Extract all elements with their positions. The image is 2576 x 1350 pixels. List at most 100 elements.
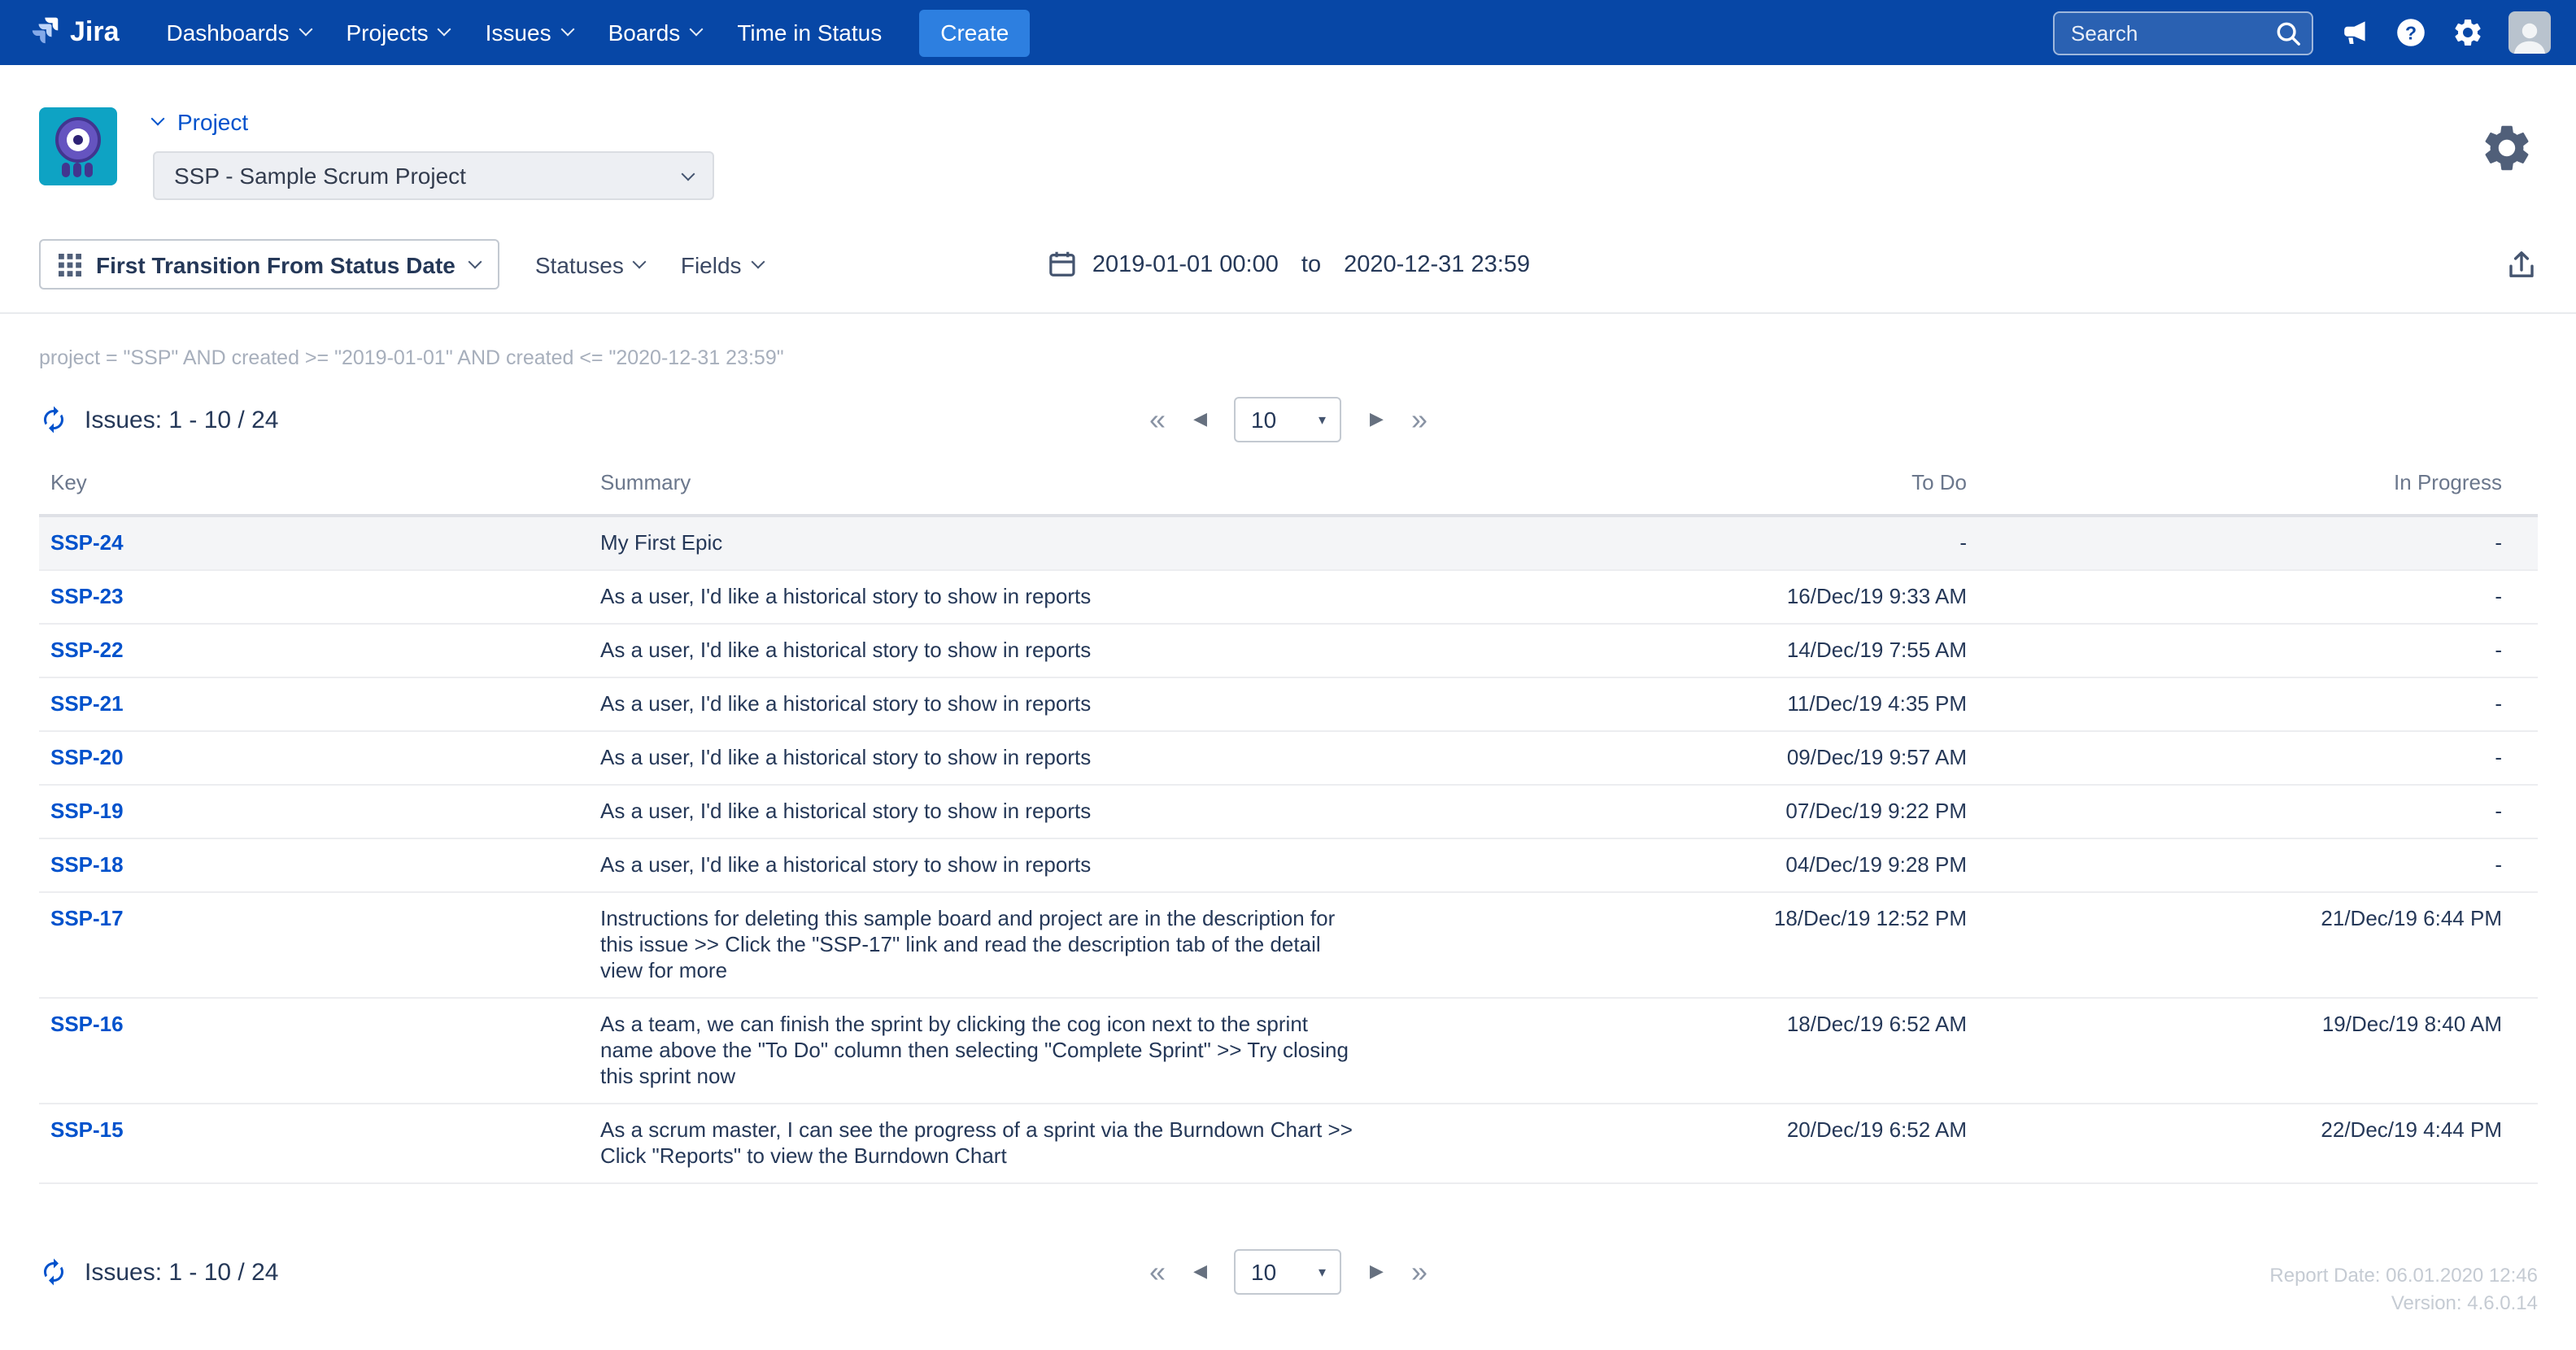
inprogress-date: - (1967, 838, 2538, 892)
create-button[interactable]: Create (919, 9, 1030, 56)
prev-page-button[interactable]: ◀ (1193, 1263, 1207, 1281)
issue-summary: As a user, I'd like a historical story t… (600, 624, 1414, 677)
issue-key-link[interactable]: SSP-20 (50, 745, 124, 769)
feedback-megaphone-icon[interactable] (2338, 16, 2370, 49)
first-page-button[interactable]: « (1149, 1257, 1166, 1287)
inprogress-date: - (1967, 731, 2538, 785)
issue-key-link[interactable]: SSP-21 (50, 691, 124, 716)
todo-date: 04/Dec/19 9:28 PM (1414, 838, 1967, 892)
prev-page-button[interactable]: ◀ (1193, 411, 1207, 429)
jira-logo-icon (23, 14, 60, 51)
issue-key-cell: SSP-23 (39, 570, 600, 624)
issue-key-link[interactable]: SSP-18 (50, 852, 124, 877)
project-avatar (39, 107, 117, 185)
refresh-icon[interactable] (39, 1257, 68, 1287)
todo-date: 18/Dec/19 6:52 AM (1414, 998, 1967, 1104)
report-footer-meta: Report Date: 06.01.2020 12:46 Version: 4… (2269, 1262, 2538, 1317)
issue-key-cell: SSP-16 (39, 998, 600, 1104)
nav-time-in-status[interactable]: Time in Status (719, 0, 900, 65)
last-page-button[interactable]: » (1411, 405, 1427, 434)
issue-key-cell: SSP-19 (39, 785, 600, 838)
inprogress-date: - (1967, 785, 2538, 838)
settings-gear-icon[interactable] (2452, 16, 2484, 49)
issue-key-cell: SSP-15 (39, 1104, 600, 1183)
project-select[interactable]: SSP - Sample Scrum Project (153, 151, 714, 200)
chevron-down-icon (633, 255, 647, 269)
issue-summary: As a user, I'd like a historical story t… (600, 570, 1414, 624)
issues-count-label: Issues: 1 - 10 / 24 (85, 1258, 278, 1286)
report-date: Report Date: 06.01.2020 12:46 (2269, 1262, 2538, 1290)
issue-summary: As a user, I'd like a historical story t… (600, 731, 1414, 785)
grid-icon (59, 253, 81, 276)
report-type-button[interactable]: First Transition From Status Date (39, 239, 499, 290)
report-settings-gear-icon[interactable] (2479, 120, 2535, 184)
date-range-picker[interactable]: 2019-01-01 00:00 to 2020-12-31 23:59 (1047, 249, 1530, 280)
last-page-button[interactable]: » (1411, 1257, 1427, 1287)
issue-key-link[interactable]: SSP-15 (50, 1117, 124, 1142)
table-header-row: Key Summary To Do In Progress (39, 470, 2538, 516)
fields-dropdown[interactable]: Fields (681, 251, 763, 277)
project-label: Project (177, 109, 248, 135)
inprogress-date: - (1967, 624, 2538, 677)
table-row: SSP-20 As a user, I'd like a historical … (39, 731, 2538, 785)
issue-summary: As a user, I'd like a historical story t… (600, 838, 1414, 892)
issue-summary: As a user, I'd like a historical story t… (600, 677, 1414, 731)
jira-home-link[interactable]: Jira (23, 14, 120, 51)
issue-summary: As a team, we can finish the sprint by c… (600, 998, 1414, 1104)
page-size-select[interactable]: 10 ▾ (1235, 1249, 1342, 1295)
nav-dashboards[interactable]: Dashboards (149, 0, 329, 65)
todo-date: 20/Dec/19 6:52 AM (1414, 1104, 1967, 1183)
column-header-summary: Summary (600, 470, 1414, 516)
caret-down-icon: ▾ (1319, 411, 1326, 429)
chevron-down-icon (682, 167, 695, 181)
navbar-search (2053, 11, 2313, 54)
chevron-down-icon (751, 255, 765, 269)
issue-key-link[interactable]: SSP-23 (50, 584, 124, 608)
search-icon[interactable] (2274, 19, 2302, 46)
export-icon[interactable] (2505, 248, 2538, 281)
todo-date: 09/Dec/19 9:57 AM (1414, 731, 1967, 785)
issue-key-link[interactable]: SSP-16 (50, 1012, 124, 1036)
issue-key-cell: SSP-20 (39, 731, 600, 785)
page-size-value: 10 (1251, 407, 1276, 433)
project-select-value: SSP - Sample Scrum Project (174, 163, 466, 189)
issue-key-cell: SSP-21 (39, 677, 600, 731)
page-size-select[interactable]: 10 ▾ (1235, 397, 1342, 442)
top-navbar: Jira Dashboards Projects Issues Boards T… (0, 0, 2576, 65)
inprogress-date: - (1967, 516, 2538, 570)
table-row: SSP-19 As a user, I'd like a historical … (39, 785, 2538, 838)
todo-date: 18/Dec/19 12:52 PM (1414, 892, 1967, 998)
issue-key-cell: SSP-18 (39, 838, 600, 892)
inprogress-date: 19/Dec/19 8:40 AM (1967, 998, 2538, 1104)
issues-bar-top: Issues: 1 - 10 / 24 « ◀ 10 ▾ ▶ » (0, 369, 2576, 434)
table-row: SSP-21 As a user, I'd like a historical … (39, 677, 2538, 731)
nav-boards[interactable]: Boards (591, 0, 720, 65)
refresh-icon[interactable] (39, 405, 68, 434)
issue-key-link[interactable]: SSP-19 (50, 799, 124, 823)
todo-date: 16/Dec/19 9:33 AM (1414, 570, 1967, 624)
nav-issues[interactable]: Issues (468, 0, 591, 65)
table-row: SSP-22 As a user, I'd like a historical … (39, 624, 2538, 677)
next-page-button[interactable]: ▶ (1370, 1263, 1384, 1281)
inprogress-date: - (1967, 677, 2538, 731)
report-toolbar: First Transition From Status Date Status… (0, 220, 2576, 314)
svg-text:?: ? (2405, 22, 2417, 43)
issues-count-label: Issues: 1 - 10 / 24 (85, 406, 278, 433)
pagination-top: « ◀ 10 ▾ ▶ » (1149, 397, 1427, 442)
nav-projects[interactable]: Projects (329, 0, 468, 65)
inprogress-date: 22/Dec/19 4:44 PM (1967, 1104, 2538, 1183)
issue-key-link[interactable]: SSP-22 (50, 638, 124, 662)
issue-key-cell: SSP-24 (39, 516, 600, 570)
user-avatar[interactable] (2508, 11, 2551, 54)
todo-date: 14/Dec/19 7:55 AM (1414, 624, 1967, 677)
statuses-dropdown[interactable]: Statuses (535, 251, 645, 277)
issue-key-link[interactable]: SSP-24 (50, 530, 124, 555)
pagination-bottom: « ◀ 10 ▾ ▶ » (1149, 1249, 1427, 1295)
issues-bar-bottom: Issues: 1 - 10 / 24 « ◀ 10 ▾ ▶ » Report … (0, 1184, 2576, 1287)
first-page-button[interactable]: « (1149, 405, 1166, 434)
issues-table: Key Summary To Do In Progress SSP-24 My … (39, 470, 2538, 1184)
help-icon[interactable]: ? (2395, 16, 2427, 49)
next-page-button[interactable]: ▶ (1370, 411, 1384, 429)
issue-key-link[interactable]: SSP-17 (50, 906, 124, 930)
project-section-toggle[interactable]: Project (153, 107, 714, 137)
